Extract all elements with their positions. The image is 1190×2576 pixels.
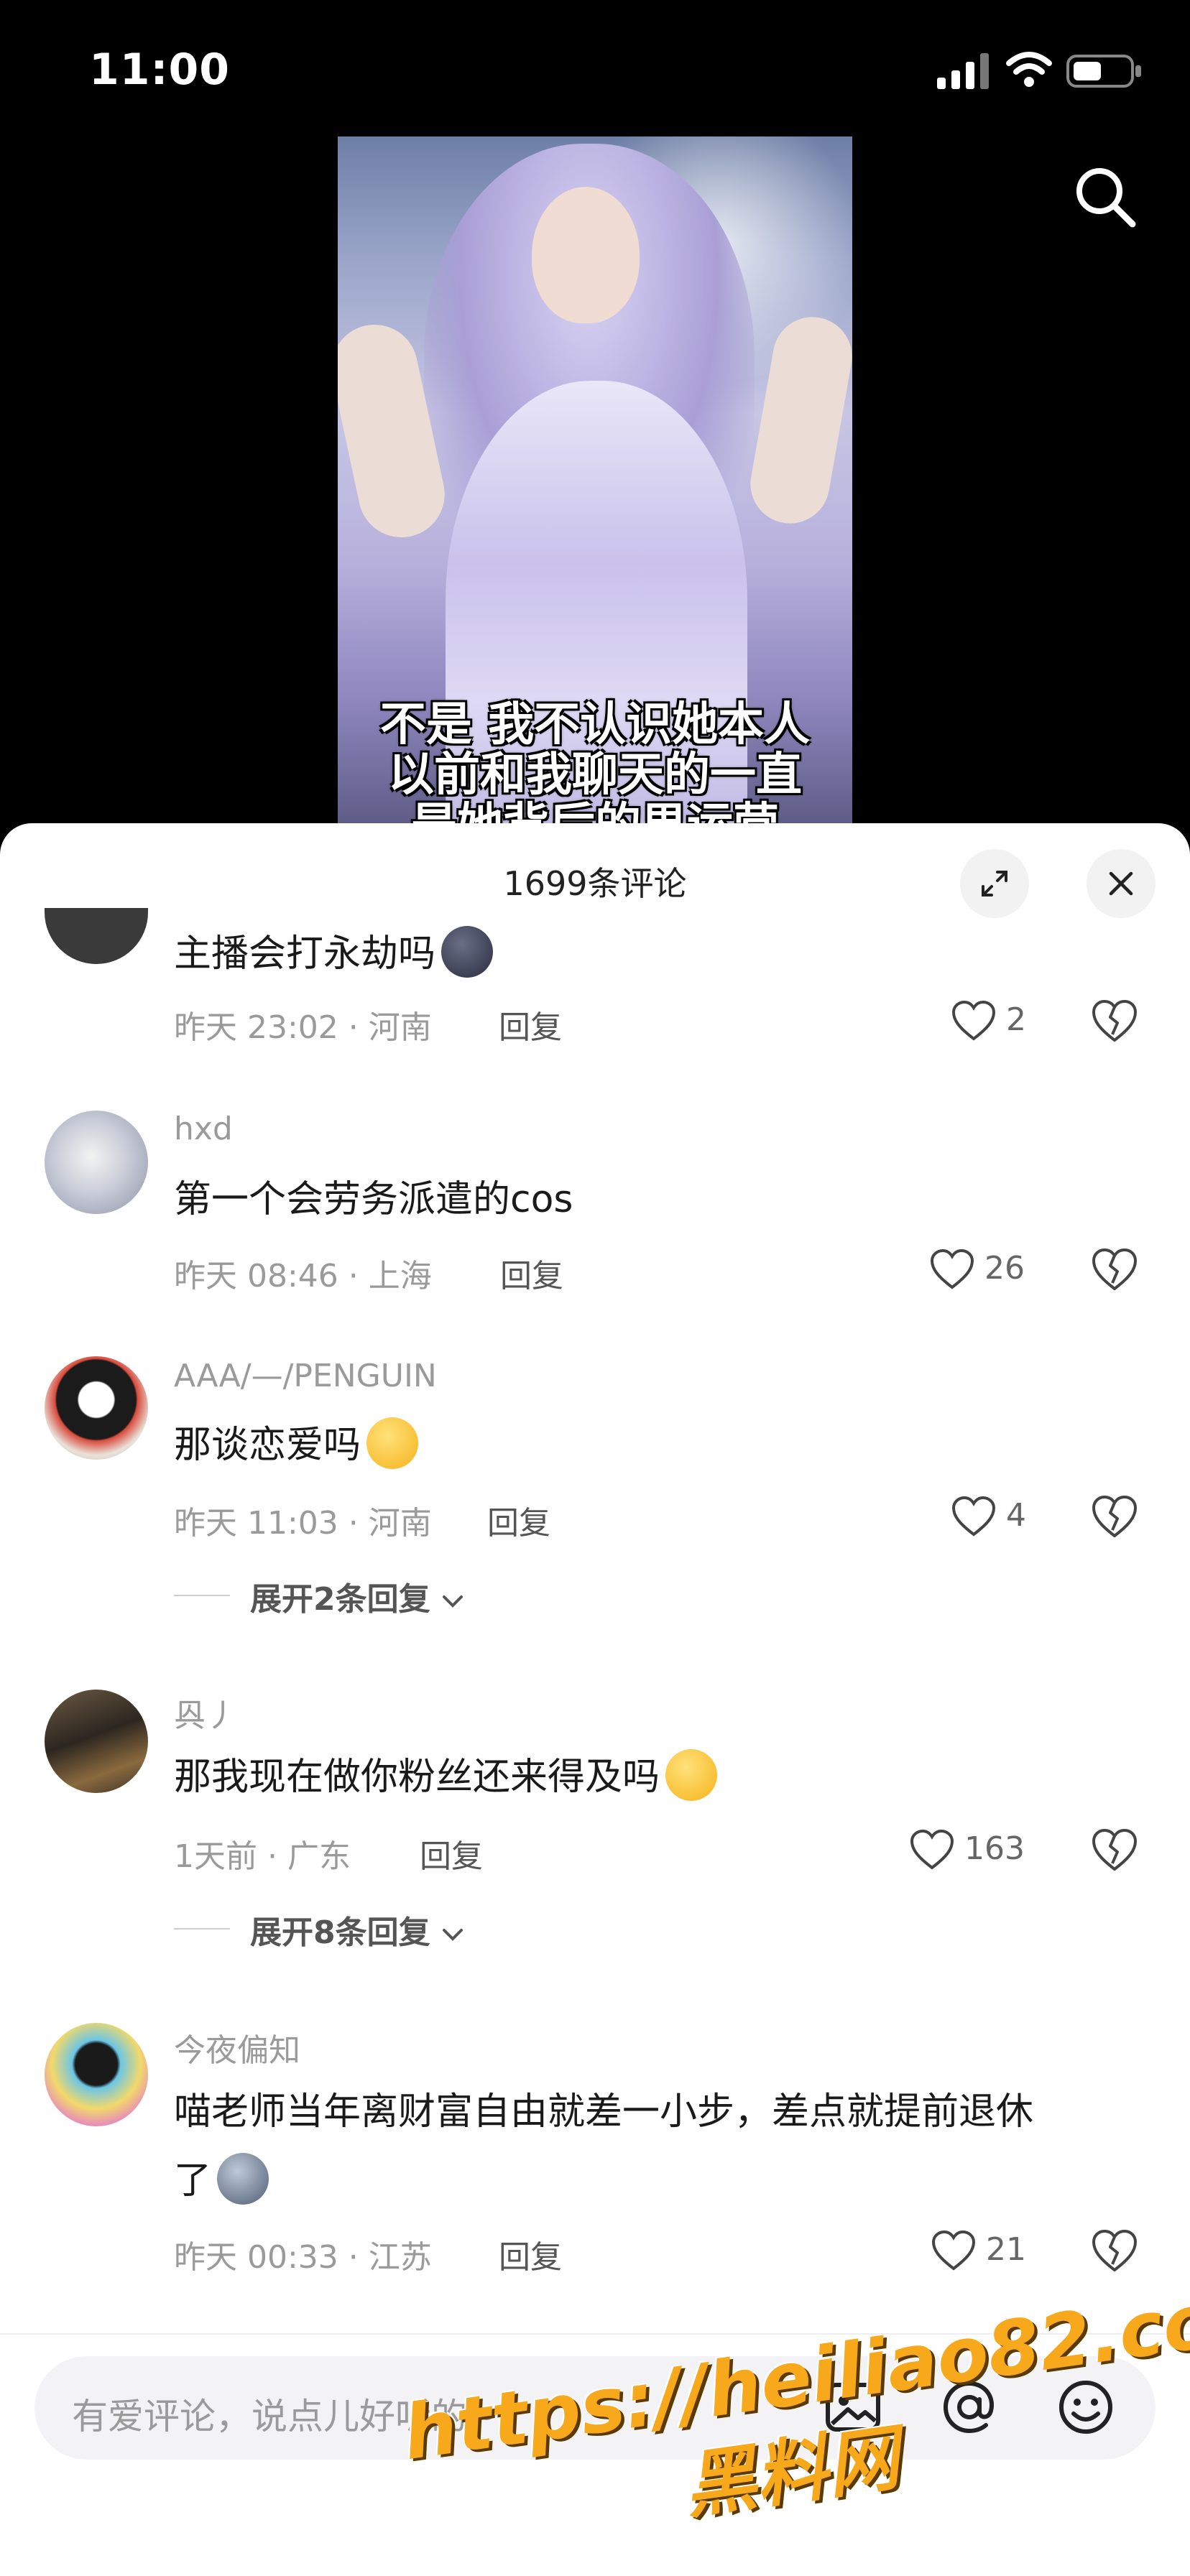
avatar[interactable]	[45, 1690, 148, 1793]
like-count: 2	[1006, 1001, 1026, 1038]
avatar[interactable]	[45, 2023, 148, 2126]
expand-button[interactable]	[960, 849, 1029, 918]
broken-heart-icon[interactable]	[1091, 999, 1138, 1043]
comment-text: 那我现在做你粉丝还来得及吗	[174, 1741, 718, 1813]
video-subtitle: 以前和我聊天的一直	[388, 749, 802, 802]
heart-icon	[931, 2230, 976, 2271]
reply-button[interactable]: 回复	[499, 1001, 562, 1047]
broken-heart-icon[interactable]	[1091, 1827, 1138, 1872]
expand-replies-label: 展开8条回复	[250, 1906, 464, 1952]
comment-text: 那谈恋爱吗	[174, 1409, 419, 1481]
heart-icon	[930, 1248, 974, 1289]
close-icon	[1109, 871, 1133, 896]
battery-icon	[1066, 55, 1141, 88]
comment-meta: 昨天 08:46 · 上海	[174, 1258, 432, 1294]
comment-meta: 1天前 · 广东	[174, 1838, 351, 1875]
avatar[interactable]	[45, 908, 148, 964]
video-figure-face	[532, 187, 640, 323]
chevron-down-icon	[442, 1929, 463, 1941]
broken-heart-icon[interactable]	[1091, 2228, 1138, 2273]
dark-face-emoji-icon	[441, 926, 494, 978]
expand-replies-label: 展开2条回复	[250, 1573, 464, 1619]
comment-meta: 昨天 23:02 · 河南	[174, 1009, 432, 1046]
reply-button[interactable]: 回复	[499, 2231, 562, 2277]
like-count: 4	[1006, 1497, 1026, 1534]
comment-username[interactable]: 今夜偏知	[174, 2024, 300, 2070]
comment-username[interactable]: hxd	[174, 1111, 233, 1147]
divider	[174, 1928, 230, 1929]
comment-meta: 昨天 11:03 · 河南	[174, 1505, 432, 1542]
like-button[interactable]: 4	[951, 1491, 1045, 1542]
close-button[interactable]	[1087, 849, 1156, 918]
like-button[interactable]: 26	[930, 1244, 1045, 1294]
like-count: 26	[984, 1250, 1025, 1287]
wifi-icon	[1006, 52, 1052, 87]
broken-heart-icon[interactable]	[1091, 1494, 1138, 1539]
comment-username[interactable]: AAA/—/PENGUIN	[174, 1358, 437, 1394]
reply-button[interactable]: 回复	[487, 1497, 550, 1543]
like-count: 21	[986, 2231, 1026, 2268]
like-button[interactable]: 21	[931, 2225, 1046, 2276]
heart-icon	[910, 1829, 954, 1870]
comment-username[interactable]: 㒷丿	[174, 1690, 237, 1736]
search-icon[interactable]	[1071, 162, 1140, 231]
status-time: 11:00	[89, 45, 230, 95]
divider	[174, 1595, 230, 1596]
expand-icon	[982, 871, 1007, 896]
wolf-face-emoji-icon	[217, 2153, 269, 2205]
like-count: 163	[964, 1830, 1025, 1867]
broken-heart-icon[interactable]	[1091, 1247, 1138, 1292]
comments-header: 1699条评论	[0, 823, 1190, 931]
status-bar: 11:00	[0, 0, 1190, 136]
video-player[interactable]: 不是 我不认识她本人 以前和我聊天的一直 是她背后的男运营	[338, 136, 852, 826]
video-subtitle: 不是 我不认识她本人	[379, 698, 811, 751]
video-subtitle: 是她背后的男运营	[411, 799, 779, 826]
comment-text: 了	[174, 2145, 269, 2217]
expand-replies-button[interactable]: 展开8条回复	[174, 1906, 533, 1952]
thinking-face-emoji-icon	[366, 1417, 419, 1469]
comment-text: 第一个会劳务派遣的cos	[174, 1178, 573, 1221]
heart-icon	[951, 1000, 996, 1041]
avatar[interactable]	[45, 1111, 148, 1214]
reply-button[interactable]: 回复	[420, 1830, 483, 1876]
comment-meta: 昨天 00:33 · 江苏	[174, 2239, 432, 2276]
like-button[interactable]: 163	[910, 1825, 1046, 1875]
emoji-icon[interactable]	[1055, 2376, 1117, 2438]
heart-icon	[951, 1496, 996, 1537]
expand-replies-button[interactable]: 展开2条回复	[174, 1573, 533, 1619]
signal-icon	[937, 53, 989, 89]
avatar[interactable]	[45, 1356, 148, 1460]
like-button[interactable]: 2	[951, 996, 1045, 1046]
thinking-face-emoji-icon	[665, 1749, 718, 1801]
reply-button[interactable]: 回复	[500, 1250, 563, 1296]
comment-text: 主播会打永劫吗	[174, 918, 494, 990]
chevron-down-icon	[442, 1595, 463, 1608]
comment-text: 喵老师当年离财富自由就差一小步，差点就提前退休	[174, 2090, 1034, 2133]
